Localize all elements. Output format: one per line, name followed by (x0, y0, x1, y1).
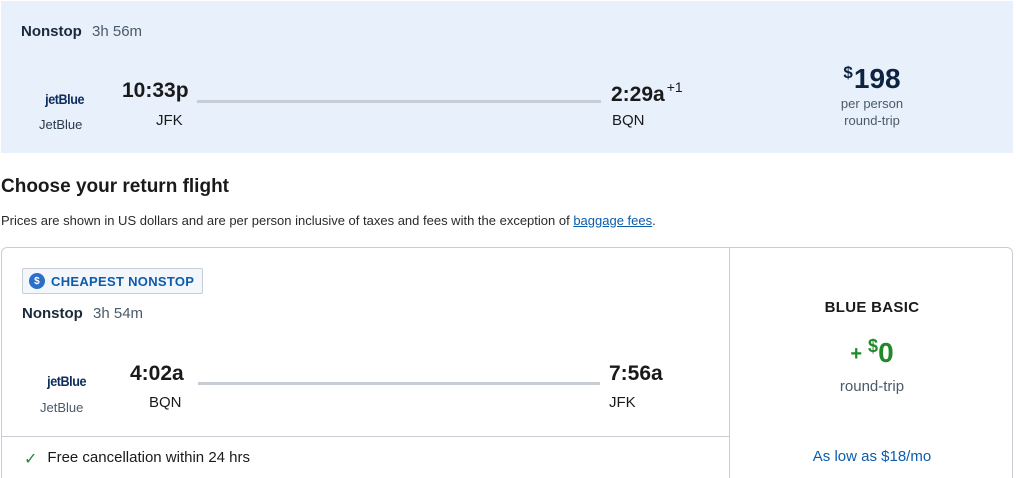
fare-currency: $ (868, 336, 879, 356)
day-offset: +1 (666, 79, 683, 95)
cheapest-nonstop-badge: $ CHEAPEST NONSTOP (22, 268, 204, 294)
fare-price: + $0 (730, 336, 1014, 369)
price-value: 198 (853, 63, 901, 94)
arrive-time: 7:56a (609, 362, 663, 385)
page-title: Choose your return flight (1, 176, 229, 197)
duration-label: 3h 54m (93, 305, 144, 322)
disclaimer-end: . (652, 213, 656, 228)
fare-amount: 0 (878, 337, 894, 368)
flight-summary: Nonstop 3h 56m (21, 23, 142, 40)
stops-label: Nonstop (22, 305, 83, 322)
arrive-airport-code: BQN (612, 112, 645, 129)
price-disclaimer: Prices are shown in US dollars and are p… (1, 213, 656, 228)
flight-details[interactable]: $ CHEAPEST NONSTOP Nonstop 3h 54m jetBlu… (2, 248, 730, 478)
flight-summary: Nonstop 3h 54m (22, 305, 143, 322)
fare-option-blue-basic[interactable]: BLUE BASIC + $0 round-trip As low as $18/… (730, 248, 1014, 478)
flight-path-line (198, 382, 600, 385)
fare-name: BLUE BASIC (824, 299, 920, 316)
depart-time: 10:33p (122, 79, 189, 102)
return-flight-card[interactable]: $ CHEAPEST NONSTOP Nonstop 3h 54m jetBlu… (1, 247, 1013, 478)
price-currency: $ (843, 63, 853, 82)
arrive-time: 2:29a +1 (611, 79, 683, 107)
free-cancellation-row: ✓ Free cancellation within 24 hrs (2, 436, 730, 478)
price-per-person: per person (840, 96, 904, 111)
airline-logo: jetBlue (47, 373, 87, 389)
baggage-fees-link[interactable]: baggage fees (573, 213, 652, 228)
price-trip-type: round-trip (844, 113, 900, 128)
price-amount: $198 (801, 63, 943, 95)
airline-name: JetBlue (40, 400, 84, 415)
stops-label: Nonstop (21, 23, 82, 40)
depart-time: 4:02a (130, 362, 184, 385)
duration-label: 3h 56m (92, 23, 143, 40)
disclaimer-text: Prices are shown in US dollars and are p… (1, 213, 574, 228)
badge-label: CHEAPEST NONSTOP (51, 273, 195, 289)
depart-airport-code: BQN (149, 394, 182, 411)
selected-price: $198 per person round-trip (801, 63, 943, 129)
arrive-airport-code: JFK (609, 394, 636, 411)
dollar-icon: $ (29, 273, 45, 289)
airline-logo: jetBlue (45, 91, 85, 107)
airline-name: JetBlue (39, 117, 83, 132)
flight-path-line (197, 100, 601, 103)
fare-plus: + (850, 343, 863, 365)
cancellation-text: Free cancellation within 24 hrs (47, 449, 251, 466)
monthly-payment-link[interactable]: As low as $18/mo (730, 448, 1014, 465)
depart-airport-code: JFK (156, 112, 183, 129)
arrive-time-value: 2:29a (611, 83, 665, 106)
selected-departing-flight: Nonstop 3h 56m jetBlue JetBlue 10:33p JF… (1, 1, 1013, 153)
checkmark-icon: ✓ (24, 451, 38, 468)
fare-trip-type: round-trip (839, 378, 905, 395)
